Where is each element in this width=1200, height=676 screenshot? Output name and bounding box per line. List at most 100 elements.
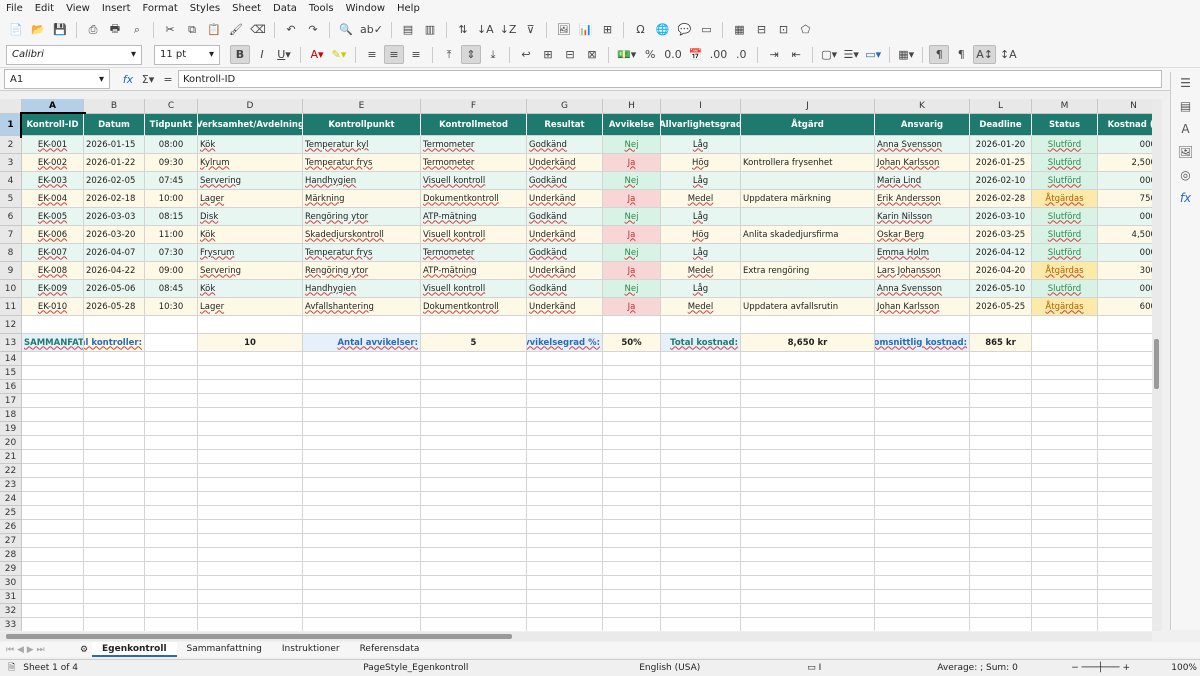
- empty-cell[interactable]: [198, 316, 303, 334]
- table-cell[interactable]: Anna Svensson: [875, 136, 970, 154]
- empty-cell[interactable]: [603, 422, 661, 436]
- empty-cell[interactable]: [970, 562, 1032, 576]
- empty-cell[interactable]: [875, 506, 970, 520]
- find-replace-icon[interactable]: 🔍: [336, 20, 356, 39]
- empty-cell[interactable]: [875, 366, 970, 380]
- empty-cell[interactable]: [145, 450, 198, 464]
- empty-cell[interactable]: [527, 506, 603, 520]
- empty-cell[interactable]: [527, 548, 603, 562]
- table-cell[interactable]: Nej: [603, 172, 661, 190]
- empty-cell[interactable]: [84, 464, 145, 478]
- empty-cell[interactable]: [421, 464, 527, 478]
- conditional-format-icon[interactable]: ▦▾: [896, 45, 916, 64]
- empty-cell[interactable]: [198, 352, 303, 366]
- empty-cell[interactable]: [84, 422, 145, 436]
- empty-cell[interactable]: [1098, 604, 1152, 618]
- sheet-tab-sammanfattning[interactable]: Sammanfattning: [177, 642, 272, 657]
- cut-icon[interactable]: ✂: [160, 20, 180, 39]
- table-cell[interactable]: Extra rengöring: [741, 262, 875, 280]
- row-header[interactable]: 24: [0, 492, 22, 506]
- empty-cell[interactable]: [84, 380, 145, 394]
- table-cell[interactable]: Servering: [198, 172, 303, 190]
- empty-cell[interactable]: [661, 366, 741, 380]
- menu-file[interactable]: File: [6, 3, 23, 14]
- empty-cell[interactable]: [741, 408, 875, 422]
- empty-cell[interactable]: [198, 380, 303, 394]
- empty-cell[interactable]: [303, 394, 421, 408]
- define-print-area-icon[interactable]: ▦: [729, 20, 749, 39]
- empty-cell[interactable]: [303, 604, 421, 618]
- empty-cell[interactable]: [84, 604, 145, 618]
- table-cell[interactable]: 2026-04-22: [84, 262, 145, 280]
- empty-cell[interactable]: [970, 618, 1032, 631]
- empty-cell[interactable]: [1098, 352, 1152, 366]
- empty-cell[interactable]: [1032, 394, 1098, 408]
- empty-cell[interactable]: [527, 366, 603, 380]
- save-icon[interactable]: 💾: [50, 20, 70, 39]
- menu-styles[interactable]: Styles: [190, 3, 220, 14]
- empty-cell[interactable]: [603, 366, 661, 380]
- empty-cell[interactable]: [1098, 316, 1152, 334]
- empty-cell[interactable]: [303, 464, 421, 478]
- empty-cell[interactable]: [198, 450, 303, 464]
- table-cell[interactable]: 10:00: [145, 190, 198, 208]
- add-sheet-icon[interactable]: ⚙: [76, 645, 92, 655]
- empty-cell[interactable]: [603, 618, 661, 631]
- table-cell[interactable]: Johan Karlsson: [875, 154, 970, 172]
- empty-cell[interactable]: [421, 618, 527, 631]
- table-cell[interactable]: 07:30: [145, 244, 198, 262]
- unmerge-cells-icon[interactable]: ⊠: [582, 45, 602, 64]
- table-cell[interactable]: Uppdatera märkning: [741, 190, 875, 208]
- empty-cell[interactable]: [303, 506, 421, 520]
- empty-cell[interactable]: [527, 380, 603, 394]
- copy-icon[interactable]: ⧉: [182, 20, 202, 39]
- table-cell[interactable]: Maria Lind: [875, 172, 970, 190]
- column-header-j[interactable]: J: [741, 99, 875, 114]
- table-cell[interactable]: 2026-02-28: [970, 190, 1032, 208]
- empty-cell[interactable]: [970, 464, 1032, 478]
- empty-cell[interactable]: [741, 618, 875, 631]
- empty-cell[interactable]: [741, 506, 875, 520]
- table-cell[interactable]: 2026-01-22: [84, 154, 145, 172]
- summary-cell[interactable]: [1032, 334, 1098, 352]
- empty-cell[interactable]: [303, 436, 421, 450]
- header-cell[interactable]: Avvikelse: [603, 114, 661, 136]
- empty-cell[interactable]: [603, 394, 661, 408]
- table-cell[interactable]: Slutförd: [1032, 280, 1098, 298]
- table-cell[interactable]: 2026-02-05: [84, 172, 145, 190]
- table-cell[interactable]: Åtgärdas: [1032, 298, 1098, 316]
- table-cell[interactable]: [741, 244, 875, 262]
- empty-cell[interactable]: [527, 576, 603, 590]
- empty-cell[interactable]: [1098, 492, 1152, 506]
- empty-cell[interactable]: [875, 394, 970, 408]
- menu-data[interactable]: Data: [273, 3, 297, 14]
- column-header-h[interactable]: H: [603, 99, 661, 114]
- table-cell[interactable]: Erik Andersson: [875, 190, 970, 208]
- table-cell[interactable]: 2026-04-20: [970, 262, 1032, 280]
- table-cell[interactable]: Termometer: [421, 154, 527, 172]
- table-cell[interactable]: Temperatur kyl: [303, 136, 421, 154]
- sort-descending-icon[interactable]: ↓Z: [498, 20, 519, 39]
- empty-cell[interactable]: [1098, 576, 1152, 590]
- table-cell[interactable]: EK-006: [22, 226, 84, 244]
- empty-cell[interactable]: [198, 408, 303, 422]
- empty-cell[interactable]: [198, 464, 303, 478]
- empty-cell[interactable]: [970, 352, 1032, 366]
- empty-cell[interactable]: [970, 520, 1032, 534]
- vertical-text-icon[interactable]: ↕A: [998, 45, 1019, 64]
- empty-cell[interactable]: [1098, 436, 1152, 450]
- empty-cell[interactable]: [145, 604, 198, 618]
- header-cell[interactable]: Verksamhet/Avdelning: [198, 114, 303, 136]
- summary-cell[interactable]: Antal kontroller:: [84, 334, 145, 352]
- empty-cell[interactable]: [661, 520, 741, 534]
- empty-cell[interactable]: [145, 534, 198, 548]
- summary-cell[interactable]: Avvikelsegrad %:: [527, 334, 603, 352]
- empty-cell[interactable]: [1098, 590, 1152, 604]
- sheet-tab-egenkontroll[interactable]: Egenkontroll: [92, 642, 177, 657]
- empty-cell[interactable]: [661, 506, 741, 520]
- row-header[interactable]: 17: [0, 394, 22, 408]
- empty-cell[interactable]: [661, 352, 741, 366]
- empty-cell[interactable]: [421, 408, 527, 422]
- empty-cell[interactable]: [145, 492, 198, 506]
- empty-cell[interactable]: [303, 422, 421, 436]
